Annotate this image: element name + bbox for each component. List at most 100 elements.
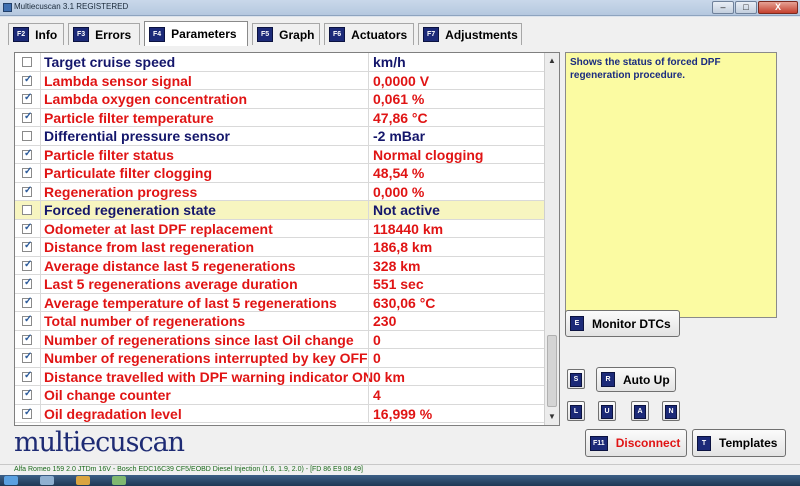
key-badge: F5 xyxy=(257,27,274,42)
parameter-row[interactable]: Odometer at last DPF replacement 118440 k… xyxy=(15,219,545,238)
column-divider xyxy=(368,293,369,311)
parameter-row[interactable]: Distance travelled with DPF warning indi… xyxy=(15,367,545,386)
parameter-value: 0,061 % xyxy=(373,91,425,107)
column-divider xyxy=(368,386,369,404)
tab-adjustments[interactable]: F7 Adjustments xyxy=(418,23,522,45)
column-divider xyxy=(368,219,369,237)
auto-up-button[interactable]: R Auto Up xyxy=(596,367,676,392)
parameter-name: Number of regenerations interrupted by k… xyxy=(44,350,368,366)
templates-button[interactable]: T Templates xyxy=(692,429,786,457)
parameter-row[interactable]: Lambda oxygen concentration 0,061 % xyxy=(15,90,545,109)
parameter-checkbox[interactable] xyxy=(22,166,32,178)
parameter-checkbox[interactable] xyxy=(22,74,32,86)
column-divider xyxy=(368,275,369,293)
scroll-down-arrow[interactable]: ▼ xyxy=(546,410,558,424)
parameter-row[interactable]: Last 5 regenerations average duration 551… xyxy=(15,275,545,294)
tab-label: Actuators xyxy=(351,27,408,42)
monitor-dtcs-button[interactable]: E Monitor DTCs xyxy=(565,310,680,337)
parameter-row[interactable]: Oil degradation level 16,999 % xyxy=(15,404,545,423)
parameter-checkbox[interactable] xyxy=(22,351,32,363)
parameter-checkbox[interactable] xyxy=(22,240,32,252)
taskbar-app-icon[interactable] xyxy=(40,476,54,485)
parameter-row[interactable]: Particle filter status Normal clogging xyxy=(15,145,545,164)
column-divider xyxy=(368,182,369,200)
a-key-button[interactable]: A xyxy=(631,401,649,421)
tab-parameters[interactable]: F4 Parameters xyxy=(144,21,248,46)
tab-actuators[interactable]: F6 Actuators xyxy=(324,23,414,45)
parameter-name: Particle filter status xyxy=(44,146,174,163)
parameter-name: Particulate filter clogging xyxy=(44,165,213,181)
n-key-button[interactable]: N xyxy=(662,401,680,421)
parameter-name: Odometer at last DPF replacement xyxy=(44,220,273,237)
parameter-row[interactable]: Average temperature of last 5 regenerati… xyxy=(15,293,545,312)
tab-info[interactable]: F2 Info xyxy=(8,23,64,45)
parameter-row[interactable]: Particulate filter clogging 48,54 % xyxy=(15,164,545,183)
parameter-checkbox[interactable] xyxy=(22,314,32,326)
parameter-row[interactable]: Differential pressure sensor -2 mBar xyxy=(15,127,545,146)
column-divider xyxy=(368,164,369,182)
parameter-checkbox[interactable] xyxy=(22,111,32,123)
parameter-checkbox[interactable] xyxy=(22,277,32,289)
taskbar-app-icon[interactable] xyxy=(76,476,90,485)
parameter-name: Oil degradation level xyxy=(44,405,182,422)
maximize-button[interactable]: □ xyxy=(735,1,757,14)
tab-label: Errors xyxy=(95,27,132,42)
parameter-value: 230 xyxy=(373,313,397,329)
disconnect-button[interactable]: F11 Disconnect xyxy=(585,429,687,457)
parameter-checkbox[interactable] xyxy=(22,131,32,141)
parameter-name: Lambda sensor signal xyxy=(44,72,192,89)
u-key-button[interactable]: U xyxy=(598,401,616,421)
parameter-row[interactable]: Number of regenerations interrupted by k… xyxy=(15,349,545,368)
start-icon[interactable] xyxy=(4,476,18,485)
column-divider xyxy=(368,312,369,330)
key-badge: N xyxy=(665,405,677,419)
parameter-row[interactable]: Average distance last 5 regenerations 328… xyxy=(15,256,545,275)
minimize-button[interactable]: – xyxy=(712,1,734,14)
parameter-row[interactable]: Particle filter temperature 47,86 °C xyxy=(15,108,545,127)
parameter-checkbox[interactable] xyxy=(22,333,32,345)
parameter-row[interactable]: Number of regenerations since last Oil c… xyxy=(15,330,545,349)
s-key-button[interactable]: S xyxy=(567,369,585,389)
parameter-row[interactable]: Distance from last regeneration 186,8 km xyxy=(15,238,545,257)
parameter-row[interactable]: Lambda sensor signal 0,0000 V xyxy=(15,71,545,90)
column-divider xyxy=(40,145,41,163)
taskbar-app-icon[interactable] xyxy=(112,476,126,485)
parameter-checkbox[interactable] xyxy=(22,57,32,67)
tab-label: Parameters xyxy=(171,27,237,41)
l-key-button[interactable]: L xyxy=(567,401,585,421)
parameter-checkbox[interactable] xyxy=(22,370,32,382)
key-badge: A xyxy=(634,405,646,419)
parameter-row[interactable]: Regeneration progress 0,000 % xyxy=(15,182,545,201)
scroll-up-arrow[interactable]: ▲ xyxy=(546,54,558,68)
parameter-checkbox[interactable] xyxy=(22,296,32,308)
parameter-row[interactable]: Forced regeneration state Not active xyxy=(15,201,545,220)
key-badge: E xyxy=(570,316,584,331)
parameter-checkbox[interactable] xyxy=(22,388,32,400)
parameter-checkbox[interactable] xyxy=(22,222,32,234)
close-button[interactable]: X xyxy=(758,1,798,14)
parameter-checkbox[interactable] xyxy=(22,205,32,215)
parameter-row[interactable]: Oil change counter 4 xyxy=(15,386,545,405)
parameter-checkbox[interactable] xyxy=(22,185,32,197)
tab-graph[interactable]: F5 Graph xyxy=(252,23,320,45)
parameter-checkbox[interactable] xyxy=(22,259,32,271)
key-badge: F4 xyxy=(149,26,166,42)
tab-errors[interactable]: F3 Errors xyxy=(68,23,140,45)
column-divider xyxy=(368,145,369,163)
parameter-name: Regeneration progress xyxy=(44,183,198,200)
vehicle-ecu-info: Alfa Romeo 159 2.0 JTDm 16V - Bosch EDC1… xyxy=(14,466,363,473)
vertical-scrollbar[interactable]: ▲ ▼ xyxy=(544,53,559,425)
parameter-row[interactable]: Target cruise speed km/h xyxy=(15,53,545,72)
parameter-checkbox[interactable] xyxy=(22,148,32,160)
scrollbar-thumb[interactable] xyxy=(547,335,557,407)
column-divider xyxy=(40,349,41,367)
column-divider xyxy=(40,367,41,385)
column-divider xyxy=(40,182,41,200)
parameter-checkbox[interactable] xyxy=(22,407,32,419)
button-label: Disconnect xyxy=(615,436,681,450)
button-label: Auto Up xyxy=(623,372,670,387)
parameter-checkbox[interactable] xyxy=(22,92,32,104)
parameter-row[interactable]: Total number of regenerations 230 xyxy=(15,312,545,331)
key-badge: S xyxy=(570,373,582,387)
status-bar: Alfa Romeo 159 2.0 JTDm 16V - Bosch EDC1… xyxy=(0,464,800,475)
